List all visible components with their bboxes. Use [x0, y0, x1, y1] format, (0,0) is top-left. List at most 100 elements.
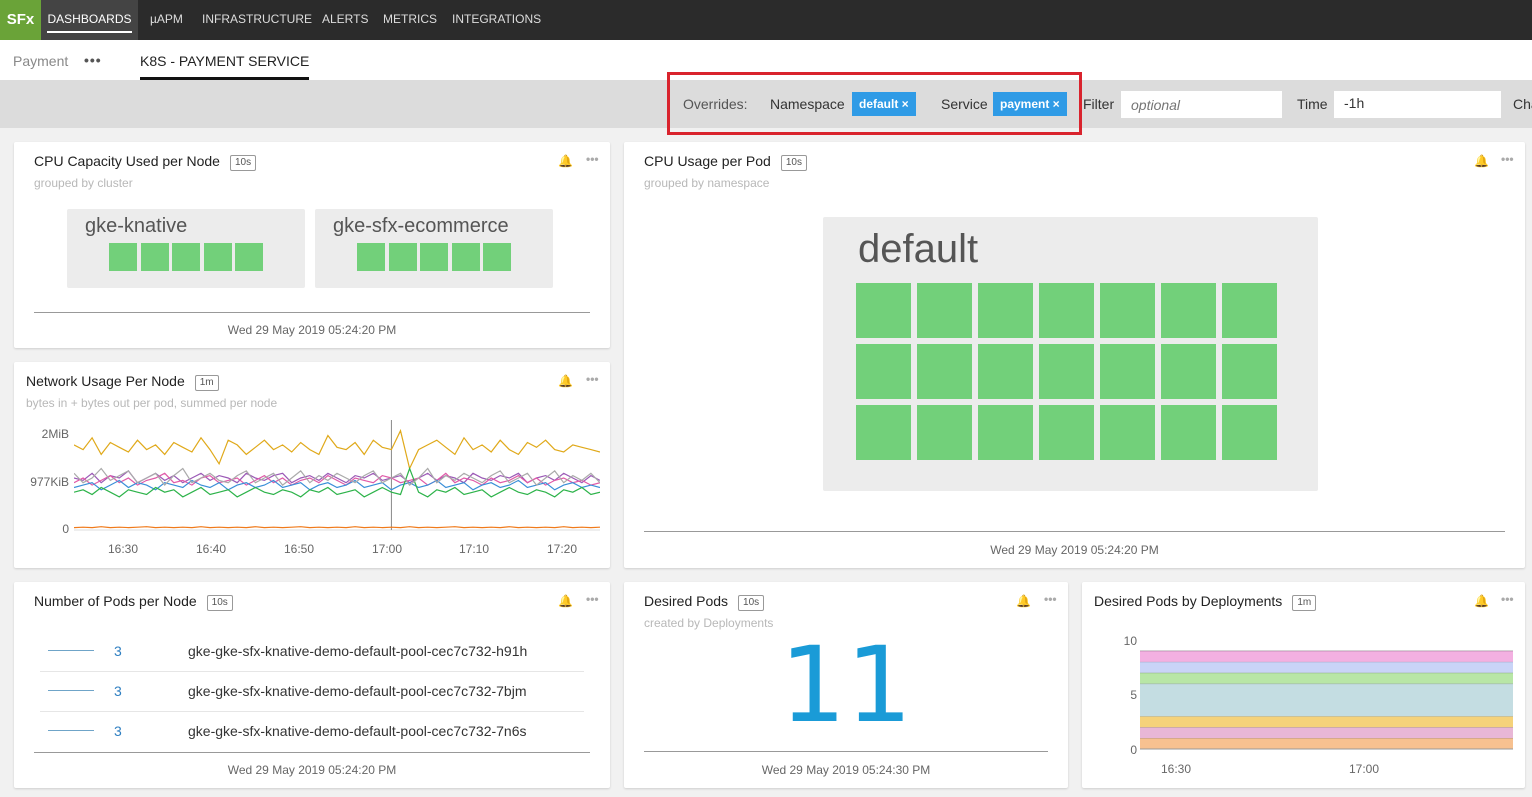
series-line: [74, 428, 600, 471]
list-item[interactable]: 3 gke-gke-sfx-knative-demo-default-pool-…: [40, 632, 584, 672]
more-options-icon[interactable]: •••: [1044, 592, 1057, 606]
list-item[interactable]: 3 gke-gke-sfx-knative-demo-default-pool-…: [40, 672, 584, 712]
node-tile[interactable]: [357, 243, 385, 271]
desired-pods-area-chart[interactable]: [1140, 622, 1513, 756]
node-tile[interactable]: [141, 243, 169, 271]
interval-badge: 10s: [229, 155, 257, 171]
chart-title[interactable]: Desired Pods 10s: [644, 593, 765, 611]
series-swatch: [48, 730, 94, 731]
chart-title[interactable]: Number of Pods per Node 10s: [34, 593, 233, 611]
chart-title[interactable]: CPU Usage per Pod 10s: [644, 153, 807, 171]
more-options-icon[interactable]: •••: [84, 52, 102, 68]
bell-icon[interactable]: 🔔: [558, 154, 573, 168]
chart-title[interactable]: Desired Pods by Deployments 1m: [1094, 593, 1317, 611]
y-tick-label: 10: [1123, 634, 1137, 648]
nav-infrastructure[interactable]: INFRASTRUCTURE: [202, 0, 312, 40]
pod-tile[interactable]: [1161, 405, 1216, 460]
node-tile[interactable]: [483, 243, 511, 271]
interval-badge: 10s: [206, 595, 233, 611]
pod-tile[interactable]: [978, 405, 1033, 460]
nav-alerts[interactable]: ALERTS: [322, 0, 368, 40]
y-tick-label: 0: [1130, 743, 1137, 757]
row-node-name: gke-gke-sfx-knative-demo-default-pool-ce…: [188, 683, 527, 699]
pod-tile[interactable]: [856, 344, 911, 399]
timestamp: Wed 29 May 2019 05:24:20 PM: [990, 543, 1159, 557]
more-options-icon[interactable]: •••: [586, 152, 599, 166]
pod-tile[interactable]: [1100, 344, 1155, 399]
node-tile[interactable]: [172, 243, 200, 271]
divider: [644, 751, 1048, 752]
group-gke-sfx-ecommerce: gke-sfx-ecommerce: [315, 209, 553, 288]
more-options-icon[interactable]: •••: [586, 592, 599, 606]
pod-tile[interactable]: [1222, 405, 1277, 460]
pod-tile[interactable]: [1161, 344, 1216, 399]
timestamp: Wed 29 May 2019 05:24:30 PM: [761, 763, 931, 777]
pod-tile[interactable]: [978, 344, 1033, 399]
pod-tile[interactable]: [1039, 283, 1094, 338]
area-band: [1140, 738, 1513, 749]
area-band: [1140, 727, 1513, 739]
node-tile[interactable]: [452, 243, 480, 271]
node-tile[interactable]: [204, 243, 232, 271]
x-tick-label: 16:30: [1161, 762, 1192, 776]
x-tick-label: 17:00: [1349, 762, 1380, 776]
cpu-capacity-chart-card: CPU Capacity Used per Node 10s grouped by…: [14, 142, 610, 348]
nav-apm[interactable]: µAPM: [150, 0, 183, 40]
node-tile[interactable]: [420, 243, 448, 271]
chart-title[interactable]: CPU Capacity Used per Node 10s: [34, 153, 257, 171]
pod-tile[interactable]: [1100, 283, 1155, 338]
group-default: default: [823, 217, 1318, 491]
bell-icon[interactable]: 🔔: [558, 374, 573, 388]
series-line: [74, 526, 600, 529]
node-tile[interactable]: [109, 243, 137, 271]
series-swatch: [48, 650, 94, 651]
y-tick-label: 0: [62, 522, 69, 536]
pod-tile[interactable]: [1039, 405, 1094, 460]
bell-icon[interactable]: 🔔: [1474, 594, 1489, 608]
chart-resolution-label: Cha: [1513, 96, 1532, 112]
nav-metrics[interactable]: METRICS: [383, 0, 437, 40]
network-line-chart[interactable]: [74, 420, 600, 538]
x-tick-label: 17:10: [459, 542, 490, 556]
tab-k8s-payment-service[interactable]: K8S - PAYMENT SERVICE: [140, 53, 310, 80]
y-tick-label: 2MiB: [41, 427, 69, 441]
bell-icon[interactable]: 🔔: [558, 594, 573, 608]
bell-icon[interactable]: 🔔: [1016, 594, 1031, 608]
interval-badge: 10s: [738, 595, 765, 611]
chart-subtitle: bytes in + bytes out per pod, summed per…: [26, 396, 278, 410]
pod-tile[interactable]: [1100, 405, 1155, 460]
filter-input[interactable]: [1121, 91, 1282, 118]
dashboard-group-crumb[interactable]: Payment: [13, 53, 68, 69]
node-tile[interactable]: [235, 243, 263, 271]
area-band: [1140, 683, 1513, 717]
bell-icon[interactable]: 🔔: [1474, 154, 1489, 168]
top-navigation: SFx DASHBOARDS µAPM INFRASTRUCTURE ALERT…: [0, 0, 1532, 40]
nav-dashboards[interactable]: DASHBOARDS: [41, 0, 138, 40]
area-band: [1140, 661, 1513, 673]
node-tile[interactable]: [389, 243, 417, 271]
more-options-icon[interactable]: •••: [1501, 592, 1514, 606]
pod-tile[interactable]: [978, 283, 1033, 338]
nav-integrations[interactable]: INTEGRATIONS: [452, 0, 541, 40]
interval-badge: 10s: [780, 155, 807, 171]
row-value: 3: [114, 683, 122, 699]
chart-subtitle: grouped by cluster: [34, 176, 133, 190]
pod-tile[interactable]: [917, 405, 972, 460]
chart-title[interactable]: Network Usage Per Node 1m: [26, 373, 219, 391]
area-band: [1140, 672, 1513, 684]
more-options-icon[interactable]: •••: [586, 372, 599, 386]
pod-tile[interactable]: [1222, 283, 1277, 338]
pod-tile[interactable]: [856, 283, 911, 338]
row-value: 3: [114, 643, 122, 659]
more-options-icon[interactable]: •••: [1501, 152, 1514, 166]
pod-tile[interactable]: [856, 405, 911, 460]
logo[interactable]: SFx: [0, 0, 41, 40]
pod-tile[interactable]: [1039, 344, 1094, 399]
list-item[interactable]: 3 gke-gke-sfx-knative-demo-default-pool-…: [40, 712, 584, 752]
pod-tile[interactable]: [917, 344, 972, 399]
interval-badge: 1m: [194, 375, 219, 391]
pod-tile[interactable]: [1222, 344, 1277, 399]
time-range-input[interactable]: -1h: [1334, 91, 1501, 118]
pod-tile[interactable]: [1161, 283, 1216, 338]
pod-tile[interactable]: [917, 283, 972, 338]
